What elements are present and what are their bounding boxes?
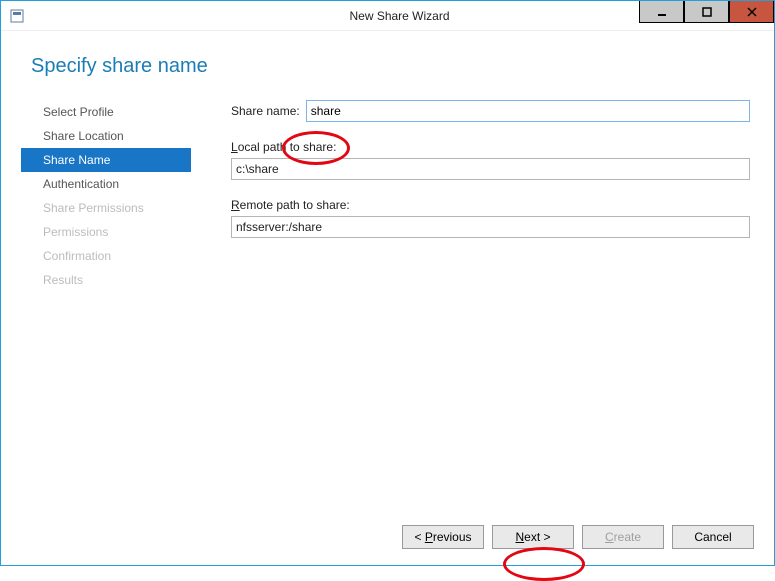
- step-select-profile[interactable]: Select Profile: [21, 100, 191, 124]
- step-share-permissions: Share Permissions: [21, 196, 191, 220]
- cancel-button[interactable]: Cancel: [672, 525, 754, 549]
- local-path-label: Local path to share:: [231, 140, 750, 154]
- step-share-name[interactable]: Share Name: [21, 148, 191, 172]
- share-name-label: Share name:: [231, 104, 300, 118]
- titlebar: New Share Wizard: [1, 1, 774, 31]
- wizard-steps: Select Profile Share Location Share Name…: [21, 96, 191, 509]
- wizard-icon: [9, 8, 25, 24]
- step-results: Results: [21, 268, 191, 292]
- create-button: Create: [582, 525, 664, 549]
- local-path-input[interactable]: [231, 158, 750, 180]
- step-authentication[interactable]: Authentication: [21, 172, 191, 196]
- close-button[interactable]: [729, 1, 774, 23]
- next-button[interactable]: Next >: [492, 525, 574, 549]
- remote-path-label: Remote path to share:: [231, 198, 750, 212]
- share-name-input[interactable]: share: [306, 100, 750, 122]
- previous-button[interactable]: < Previous: [402, 525, 484, 549]
- wizard-footer: < Previous Next > Create Cancel: [1, 509, 774, 565]
- remote-path-input[interactable]: [231, 216, 750, 238]
- minimize-button[interactable]: [639, 1, 684, 23]
- step-permissions: Permissions: [21, 220, 191, 244]
- page-heading: Specify share name: [1, 31, 774, 96]
- maximize-button[interactable]: [684, 1, 729, 23]
- step-confirmation: Confirmation: [21, 244, 191, 268]
- step-share-location[interactable]: Share Location: [21, 124, 191, 148]
- share-name-value: share: [311, 104, 341, 118]
